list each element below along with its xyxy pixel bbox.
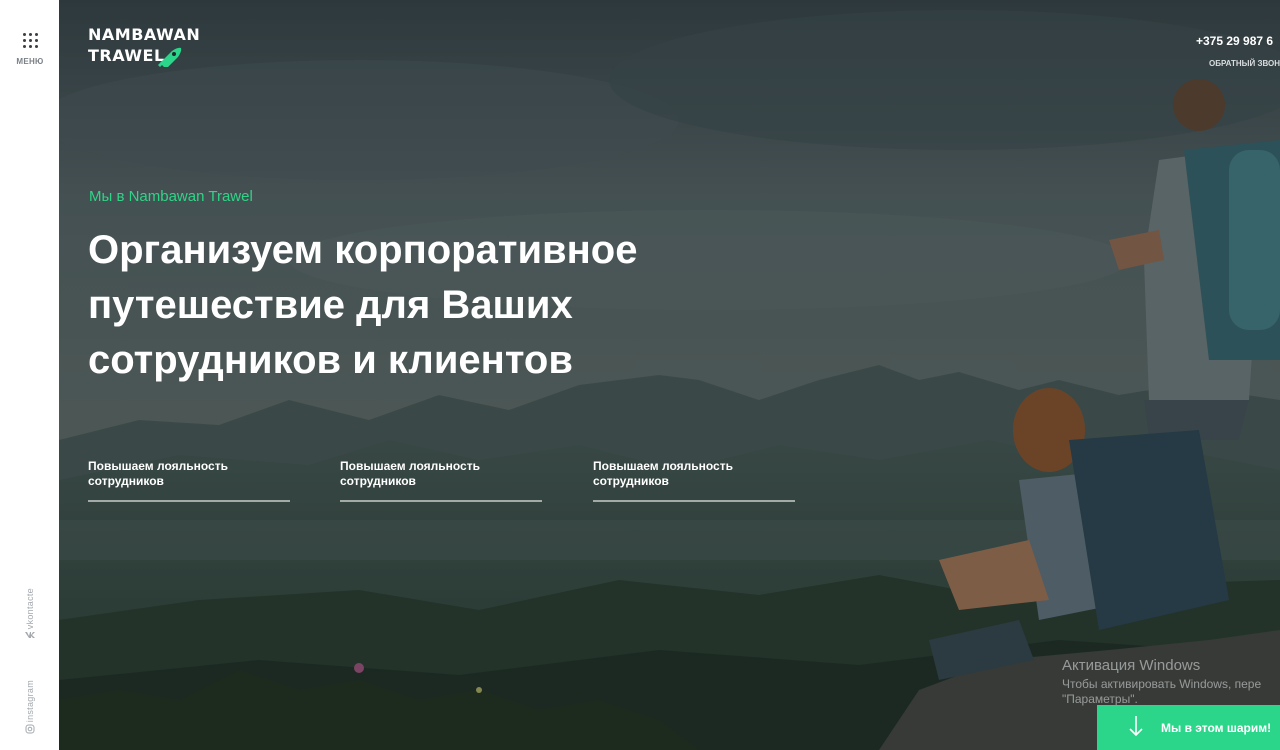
logo-line1: NAMBAWAN bbox=[88, 25, 201, 44]
page-title: Организуем корпоративное путешествие для… bbox=[88, 223, 728, 388]
vk-icon bbox=[0, 631, 59, 642]
grid-menu-icon bbox=[22, 33, 38, 48]
feature-line1: Повышаем лояльность bbox=[593, 459, 733, 473]
rocket-icon bbox=[156, 47, 182, 70]
watermark-title: Активация Windows bbox=[1062, 657, 1201, 674]
feature-line2: сотрудников bbox=[593, 474, 669, 488]
feature-line2: сотрудников bbox=[340, 474, 416, 488]
feature-item: Повышаем лояльность сотрудников bbox=[593, 459, 795, 502]
logo[interactable]: NAMBAWAN TRAWEL bbox=[88, 25, 201, 69]
arrow-down-icon bbox=[1125, 715, 1147, 741]
feature-line1: Повышаем лояльность bbox=[340, 459, 480, 473]
headline-line: Организуем корпоративное bbox=[88, 228, 638, 272]
feature-item: Повышаем лояльность сотрудников bbox=[340, 459, 542, 502]
vkontakte-label: vkontacte bbox=[24, 588, 35, 630]
instagram-link[interactable]: instagram bbox=[0, 680, 59, 737]
cta-label: Мы в этом шарим! bbox=[1161, 720, 1272, 735]
callback-link[interactable]: ОБРАТНЫЙ ЗВОН bbox=[1209, 59, 1280, 68]
windows-activation-watermark: Активация Windows Чтобы активировать Win… bbox=[1062, 657, 1261, 706]
watermark-line2: Чтобы активировать Windows, пере bbox=[1062, 677, 1262, 691]
sidebar: МЕНЮ vkontacte instagram bbox=[0, 0, 59, 750]
instagram-icon bbox=[0, 724, 59, 737]
feature-line1: Повышаем лояльность bbox=[88, 459, 228, 473]
logo-line2: TRAWEL bbox=[88, 46, 165, 65]
instagram-label: instagram bbox=[24, 680, 35, 723]
headline-line: путешествие для Ваших bbox=[88, 283, 573, 327]
tagline: Мы в Nambawan Trawel bbox=[89, 188, 253, 205]
phone-link[interactable]: +375 29 987 6 bbox=[1196, 34, 1273, 48]
vkontakte-link[interactable]: vkontacte bbox=[0, 588, 59, 642]
watermark-line3: "Параметры". bbox=[1062, 692, 1138, 706]
headline-line: сотрудников и клиентов bbox=[88, 338, 573, 382]
feature-item: Повышаем лояльность сотрудников bbox=[88, 459, 290, 502]
menu-button[interactable]: МЕНЮ bbox=[8, 33, 52, 79]
cta-button[interactable]: Мы в этом шарим! bbox=[1097, 705, 1280, 750]
feature-line2: сотрудников bbox=[88, 474, 164, 488]
menu-label: МЕНЮ bbox=[16, 57, 44, 66]
